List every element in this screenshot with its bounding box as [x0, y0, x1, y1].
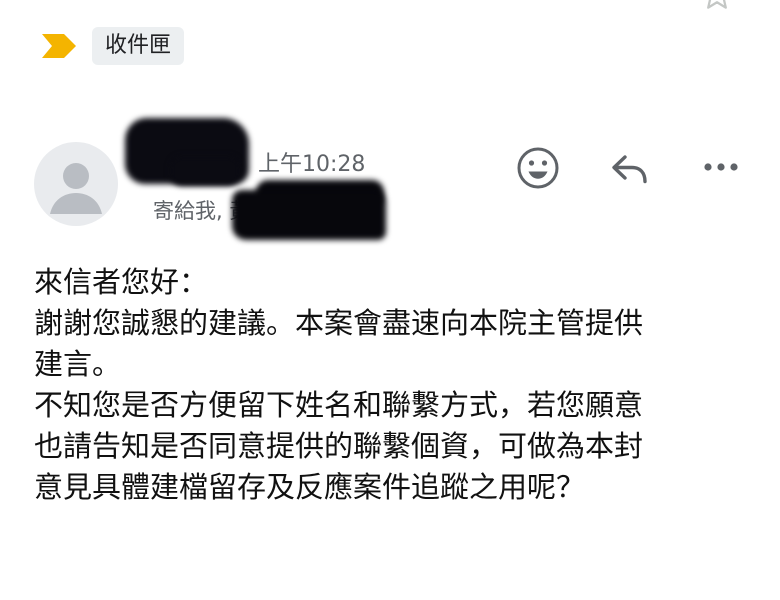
reply-icon[interactable]: [610, 151, 650, 185]
sender-avatar[interactable]: [34, 142, 118, 226]
emoji-react-icon[interactable]: [516, 146, 560, 190]
message-body: 來信者您好： 謝謝您誠懇的建議。本案會盡速向本院主管提供 建言。 不知您是否方便…: [34, 262, 754, 508]
mailbox-label-chip[interactable]: 收件匣: [92, 27, 185, 65]
body-line: 不知您是否方便留下姓名和聯繫方式，若您願意: [34, 388, 644, 422]
label-important-icon: [42, 34, 76, 58]
star-icon[interactable]: [700, 0, 734, 12]
person-avatar-icon: [50, 163, 102, 214]
body-line: 建言。: [34, 347, 122, 381]
body-line: 謝謝您誠懇的建議。本案會盡速向本院主管提供: [34, 306, 644, 340]
more-options-icon[interactable]: [702, 158, 740, 176]
redaction-mark: [232, 190, 386, 240]
redaction-mark: [170, 156, 240, 186]
message-time: 上午10:28: [258, 152, 366, 177]
body-line: 意見具體建檔留存及反應案件追蹤之用呢？: [34, 470, 586, 504]
mailbox-label: 收件匣: [105, 33, 172, 58]
body-line: 來信者您好：: [34, 265, 209, 299]
body-line: 也請告知是否同意提供的聯繫個資，可做為本封: [34, 429, 644, 463]
